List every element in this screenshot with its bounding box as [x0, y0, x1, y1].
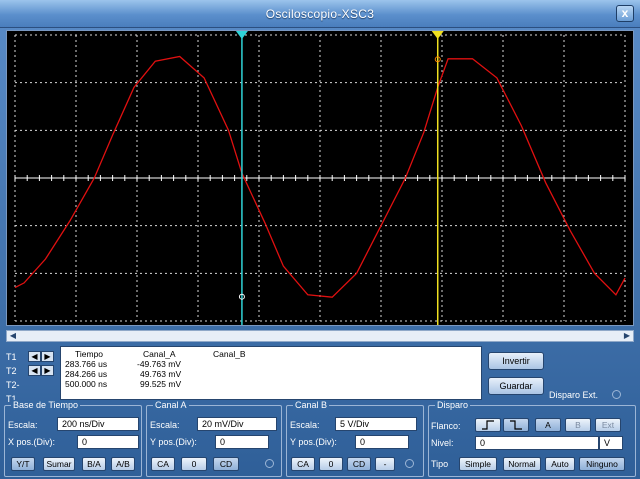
trigger-type-label: Tipo	[431, 459, 449, 469]
t2-time: 284.266 us	[65, 369, 108, 379]
channel-b-group: Canal B Escala: 5 V/Div Y pos.(Div): 0 C…	[286, 400, 424, 477]
channel-a-legend: Canal A	[153, 400, 189, 410]
timebase-scale-input[interactable]: 200 ns/Div	[57, 417, 139, 431]
measurement-table: Tiempo Canal_A Canal_B 283.766 us -49.76…	[60, 346, 482, 400]
header-canal-a: Canal_A	[143, 349, 176, 359]
trigger-edge-label: Flanco:	[431, 421, 461, 431]
t2-canal-a: 49.763 mV	[140, 369, 182, 379]
channel-b-dc-button[interactable]: CD	[347, 457, 371, 471]
timebase-xpos-input[interactable]: 0	[77, 435, 139, 449]
falling-edge-glyph	[510, 420, 522, 430]
cursor-move-buttons: ◀ ▶ ◀ ▶	[28, 350, 58, 378]
channel-a-zero-button[interactable]: 0	[181, 457, 207, 471]
cursor-labels: T1 T2 T2-T1	[6, 350, 28, 406]
channel-b-scale-input[interactable]: 5 V/Div	[335, 417, 417, 431]
channel-a-ac-button[interactable]: CA	[151, 457, 175, 471]
channel-a-terminal[interactable]	[265, 459, 274, 468]
trigger-group: Disparo Flanco: A B Ext Nivel: 0 V Tipo …	[428, 400, 636, 477]
cursor-label-t1: T1	[6, 352, 17, 362]
external-trigger-terminal[interactable]	[612, 390, 621, 399]
channel-a-scale-label: Escala:	[150, 420, 180, 430]
scroll-right-icon[interactable]: ▶	[622, 331, 632, 341]
timebase-legend: Base de Tiempo	[11, 400, 81, 410]
rising-edge-glyph	[482, 420, 494, 430]
diff-canal-a: 99.525 mV	[140, 379, 182, 389]
invert-button[interactable]: Invertir	[488, 352, 544, 370]
trigger-legend: Disparo	[435, 400, 471, 410]
channel-b-zero-button[interactable]: 0	[319, 457, 343, 471]
rising-edge-icon[interactable]	[475, 418, 501, 432]
channel-b-legend: Canal B	[293, 400, 330, 410]
t2-left-arrow-icon[interactable]: ◀	[28, 365, 41, 376]
close-button[interactable]: x	[616, 5, 634, 22]
trigger-level-label: Nivel:	[431, 438, 454, 448]
mode-sumar-button[interactable]: Sumar	[43, 457, 75, 471]
oscilloscope-window: Osciloscopio-XSC3 x ◀ ▶ T1 T2 T2-T1 ◀ ▶ ◀…	[0, 0, 640, 479]
trigger-type-ninguno-button[interactable]: Ninguno	[579, 457, 625, 471]
channel-b-ac-button[interactable]: CA	[291, 457, 315, 471]
trigger-type-simple-button[interactable]: Simple	[459, 457, 497, 471]
channel-a-dc-button[interactable]: CD	[213, 457, 239, 471]
trigger-level-input[interactable]: 0	[475, 436, 599, 450]
t1-right-arrow-icon[interactable]: ▶	[41, 351, 54, 362]
trigger-level-unit[interactable]: V	[599, 436, 623, 450]
channel-b-ypos-input[interactable]: 0	[355, 435, 409, 449]
cursor-label-t2: T2	[6, 366, 17, 376]
mode-ab-button[interactable]: A/B	[111, 457, 135, 471]
trigger-type-normal-button[interactable]: Normal	[503, 457, 541, 471]
title-bar[interactable]: Osciloscopio-XSC3 x	[0, 0, 640, 28]
timebase-group: Base de Tiempo Escala: 200 ns/Div X pos.…	[4, 400, 142, 477]
horizontal-scrollbar[interactable]: ◀ ▶	[6, 330, 634, 342]
channel-b-scale-label: Escala:	[290, 420, 320, 430]
header-canal-b: Canal_B	[213, 349, 246, 359]
trigger-source-b-button[interactable]: B	[565, 418, 591, 432]
channel-b-ground-button[interactable]: -	[375, 457, 395, 471]
timebase-scale-label: Escala:	[8, 420, 38, 430]
oscilloscope-screen[interactable]	[6, 30, 634, 326]
scroll-left-icon[interactable]: ◀	[8, 331, 18, 341]
t1-time: 283.766 us	[65, 359, 108, 369]
t2-right-arrow-icon[interactable]: ▶	[41, 365, 54, 376]
falling-edge-icon[interactable]	[503, 418, 529, 432]
channel-a-ypos-label: Y pos.(Div):	[150, 437, 197, 447]
trigger-source-ext-button[interactable]: Ext	[595, 418, 621, 432]
t1-canal-a: -49.763 mV	[137, 359, 181, 369]
window-title: Osciloscopio-XSC3	[265, 7, 375, 21]
timebase-xpos-label: X pos.(Div):	[8, 437, 56, 447]
mode-ba-button[interactable]: B/A	[82, 457, 106, 471]
channel-b-ypos-label: Y pos.(Div):	[290, 437, 337, 447]
trigger-type-auto-button[interactable]: Auto	[545, 457, 575, 471]
save-button[interactable]: Guardar	[488, 377, 544, 395]
waveform-plot	[14, 31, 626, 325]
cursor-readout-panel: T1 T2 T2-T1 ◀ ▶ ◀ ▶ Tiempo Canal_A Canal_B…	[6, 346, 482, 404]
channel-a-group: Canal A Escala: 20 mV/Div Y pos.(Div): 0…	[146, 400, 282, 477]
mode-yt-button[interactable]: Y/T	[11, 457, 35, 471]
external-trigger-label: Disparo Ext.	[549, 390, 599, 400]
header-tiempo: Tiempo	[75, 349, 104, 359]
t1-left-arrow-icon[interactable]: ◀	[28, 351, 41, 362]
channel-b-terminal[interactable]	[405, 459, 414, 468]
channel-a-scale-input[interactable]: 20 mV/Div	[197, 417, 277, 431]
trigger-source-a-button[interactable]: A	[535, 418, 561, 432]
diff-time: 500.000 ns	[65, 379, 108, 389]
channel-a-ypos-input[interactable]: 0	[215, 435, 269, 449]
